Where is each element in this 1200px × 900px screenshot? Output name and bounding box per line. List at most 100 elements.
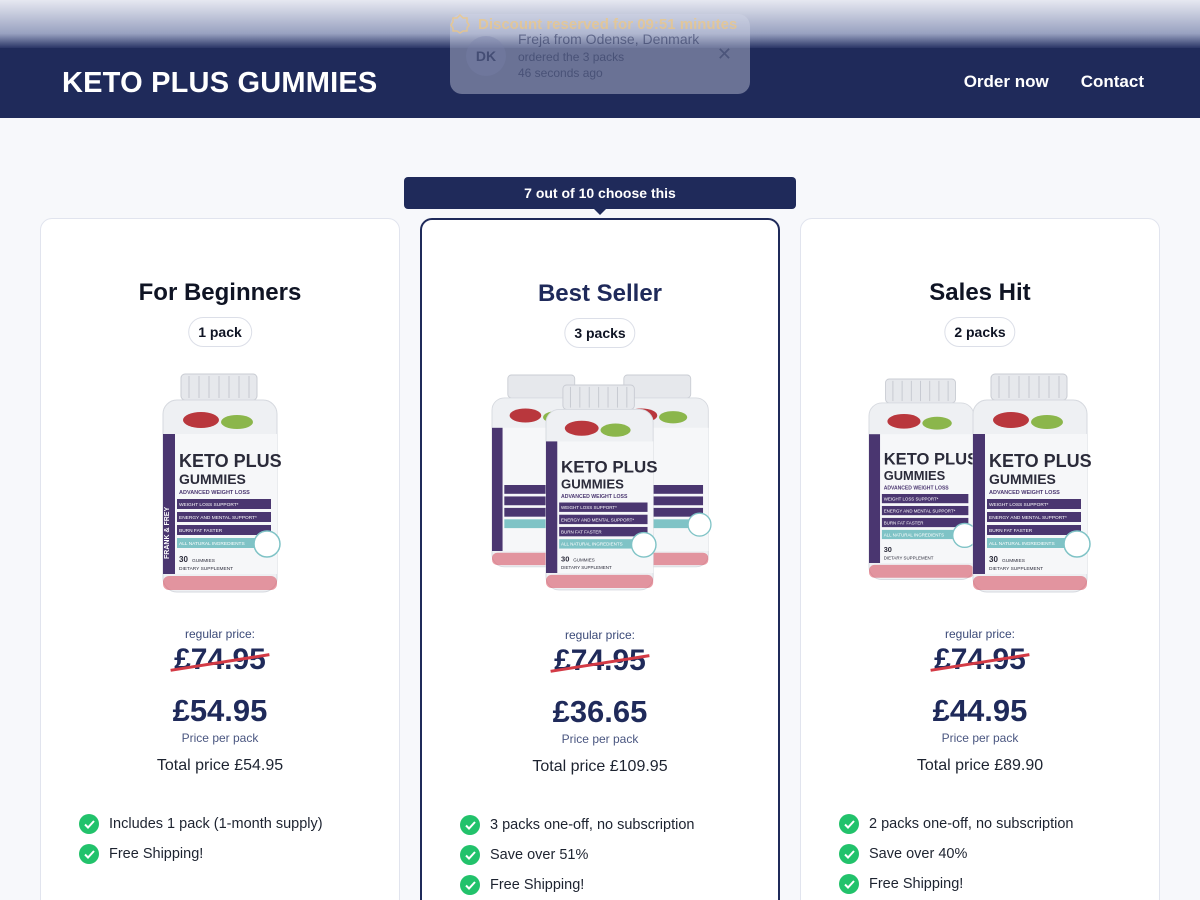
label-benefit: ALL NATURAL INGREDIENTS	[561, 542, 623, 547]
check-icon	[460, 875, 480, 895]
label-line1: KETO PLUS	[884, 450, 978, 469]
old-price-value: £74.95	[934, 643, 1026, 676]
product-image: KETO PLUS GUMMIES ADVANCED WEIGHT LOSS W…	[801, 369, 1159, 599]
list-item: 2 packs one-off, no subscription	[839, 809, 1139, 839]
price-per-pack: £54.95	[172, 693, 268, 728]
pricing-card-beginners[interactable]: For Beginners 1 pack FRANK & FREY KETO P…	[40, 218, 400, 900]
label-side-text: FRANK & FREY	[164, 507, 171, 559]
label-supplement: DIETARY SUPPLEMENT	[179, 566, 233, 572]
list-item: Free Shipping!	[839, 869, 1139, 899]
bottle-image: KETO PLUS GUMMIES ADVANCED WEIGHT LOSS W…	[868, 378, 978, 581]
check-icon	[460, 845, 480, 865]
feature-text: 2 packs one-off, no subscription	[869, 816, 1074, 832]
feature-text: Free Shipping!	[490, 877, 585, 893]
pack-count-badge: 3 packs	[564, 318, 636, 348]
label-benefit: ENERGY AND MENTAL SUPPORT*	[989, 515, 1067, 521]
label-count: 30	[989, 555, 998, 564]
label-benefit: BURN FAT FASTER	[179, 528, 223, 534]
label-line1: KETO PLUS	[179, 451, 282, 471]
list-item: Free Shipping!	[79, 839, 379, 869]
old-price: £74.95	[41, 643, 399, 677]
label-count-unit: GUMMIES	[573, 558, 595, 563]
old-price: £74.95	[801, 643, 1159, 677]
price-per-pack: £36.65	[552, 694, 648, 729]
check-icon	[79, 844, 99, 864]
label-benefit: ALL NATURAL INGREDIENTS	[989, 541, 1055, 547]
label-benefit: ENERGY AND MENTAL SUPPORT*	[884, 508, 956, 513]
list-item: 3 packs one-off, no subscription	[460, 810, 758, 840]
label-benefit: ALL NATURAL INGREDIENTS	[179, 541, 245, 547]
card-title: Best Seller	[537, 280, 663, 307]
label-line2: GUMMIES	[884, 468, 946, 483]
label-line1: KETO PLUS	[989, 451, 1092, 471]
card-title: For Beginners	[138, 279, 302, 306]
label-line2: GUMMIES	[179, 471, 246, 487]
nav-order-now[interactable]: Order now	[964, 72, 1049, 92]
label-line2: GUMMIES	[989, 471, 1056, 487]
check-icon	[839, 874, 859, 894]
label-count-unit: GUMMIES	[1002, 558, 1025, 564]
label-benefit: WEIGHT LOSS SUPPORT*	[179, 502, 239, 508]
avatar: DK	[466, 36, 506, 76]
regular-price-label: regular price:	[944, 627, 1016, 641]
feature-list: Includes 1 pack (1-month supply) Free Sh…	[79, 809, 379, 869]
discount-countdown: Discount reserved for 09:51 minutes	[450, 14, 760, 34]
list-item: Free Shipping!	[460, 870, 758, 900]
brand-logo[interactable]: KETO PLUS GUMMIES	[62, 67, 377, 100]
price-per-pack-label: Price per pack	[561, 732, 639, 746]
check-icon	[839, 814, 859, 834]
label-subtitle: ADVANCED WEIGHT LOSS	[989, 490, 1060, 496]
regular-price-label: regular price:	[184, 627, 256, 641]
feature-text: Free Shipping!	[109, 846, 204, 862]
feature-text: Includes 1 pack (1-month supply)	[109, 816, 323, 832]
pricing-card-sales-hit[interactable]: Sales Hit 2 packs KETO PLUS GUMMIES ADVA…	[800, 218, 1160, 900]
check-icon	[79, 814, 99, 834]
label-count-unit: GUMMIES	[192, 558, 215, 564]
label-benefit: WEIGHT LOSS SUPPORT*	[884, 496, 939, 501]
label-subtitle: ADVANCED WEIGHT LOSS	[179, 490, 250, 496]
label-count: 30	[884, 545, 892, 554]
feature-text: Free Shipping!	[869, 876, 964, 892]
pricing-card-best-seller[interactable]: Best Seller 3 packs KETO PLUS GUMMIES AD…	[420, 218, 780, 900]
total-price: Total price £109.95	[532, 758, 668, 775]
bottle-image: KETO PLUS GUMMIES ADVANCED WEIGHT LOSS W…	[972, 373, 1092, 593]
label-line2: GUMMIES	[561, 476, 624, 491]
label-line1: KETO PLUS	[561, 457, 657, 476]
feature-text: Save over 40%	[869, 846, 968, 862]
bottle-image: KETO PLUS GUMMIES ADVANCED WEIGHT LOSS W…	[545, 384, 657, 591]
close-icon[interactable]: ✕	[717, 44, 732, 65]
label-subtitle: ADVANCED WEIGHT LOSS	[884, 485, 950, 491]
popular-choice-banner: 7 out of 10 choose this	[404, 177, 796, 209]
main-nav: Order now Contact	[964, 72, 1144, 92]
list-item: Save over 40%	[839, 839, 1139, 869]
list-item: Save over 51%	[460, 840, 758, 870]
label-supplement: DIETARY SUPPLEMENT	[561, 565, 612, 570]
label-benefit: BURN FAT FASTER	[561, 530, 602, 535]
card-title: Sales Hit	[929, 279, 1031, 306]
old-price-value: £74.95	[554, 644, 646, 677]
nav-contact[interactable]: Contact	[1081, 72, 1144, 92]
product-image: FRANK & FREY KETO PLUS GUMMIES ADVANCED …	[41, 369, 399, 599]
label-benefit: BURN FAT FASTER	[884, 520, 924, 525]
bottle-image: FRANK & FREY KETO PLUS GUMMIES ADVANCED …	[162, 373, 282, 593]
pack-count-badge: 1 pack	[188, 317, 252, 347]
feature-text: 3 packs one-off, no subscription	[490, 817, 695, 833]
label-benefit: ENERGY AND MENTAL SUPPORT*	[561, 517, 634, 522]
pack-count-badge: 2 packs	[944, 317, 1016, 347]
regular-price-label: regular price:	[564, 628, 636, 642]
product-image: KETO PLUS GUMMIES ADVANCED WEIGHT LOSS W…	[422, 370, 778, 600]
feature-list: 2 packs one-off, no subscription Save ov…	[839, 809, 1139, 899]
label-subtitle: ADVANCED WEIGHT LOSS	[561, 494, 628, 500]
label-supplement: DIETARY SUPPLEMENT	[989, 566, 1043, 572]
label-benefit: WEIGHT LOSS SUPPORT*	[989, 502, 1049, 508]
discount-badge-icon	[450, 14, 470, 34]
price-per-pack-label: Price per pack	[181, 731, 259, 745]
old-price-value: £74.95	[174, 643, 266, 676]
feature-text: Save over 51%	[490, 847, 589, 863]
label-benefit: BURN FAT FASTER	[989, 528, 1033, 534]
notification-action: ordered the 3 packs	[518, 50, 625, 64]
label-count: 30	[561, 555, 569, 564]
label-count: 30	[179, 555, 188, 564]
feature-list: 3 packs one-off, no subscription Save ov…	[460, 810, 758, 900]
check-icon	[839, 844, 859, 864]
